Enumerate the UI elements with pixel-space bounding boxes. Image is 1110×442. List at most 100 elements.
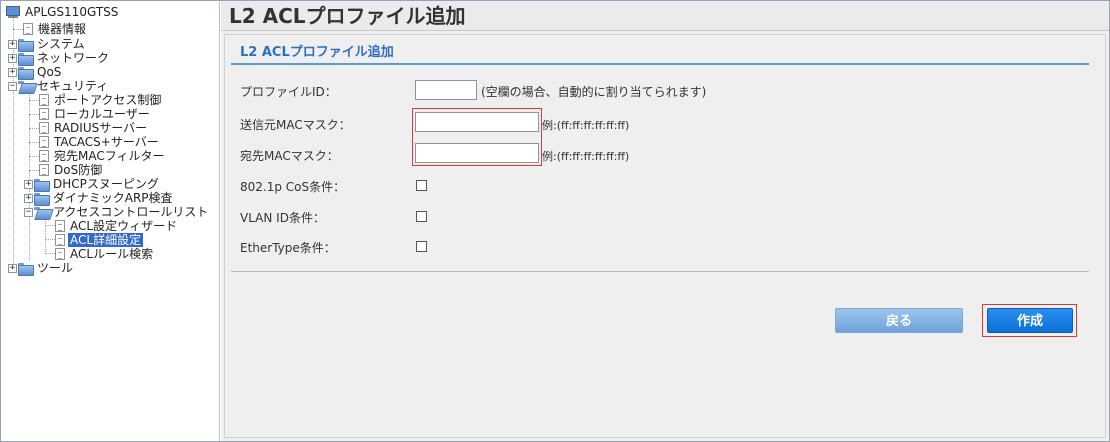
tree-item-device-info[interactable]: 機器情報	[23, 22, 88, 36]
collapse-minus-icon[interactable]: −	[8, 81, 17, 91]
tree-item-label: DoS防御	[54, 163, 103, 177]
tree-item-tools[interactable]: + ツール	[8, 261, 75, 276]
tree-item-label: ポートアクセス制御	[54, 93, 162, 107]
tree-item-acl[interactable]: − アクセスコントロールリスト	[24, 205, 210, 219]
cos-condition-label: 802.1p CoS条件：	[240, 180, 346, 194]
tree-item-label: DHCPスヌーピング	[53, 177, 159, 191]
tree-item-label: TACACS+サーバー	[54, 135, 159, 149]
profile-id-hint: (空欄の場合、自動的に割り当てられます)	[481, 85, 707, 99]
tree-item-label: RADIUSサーバー	[54, 121, 148, 135]
tree-item-qos[interactable]: + QoS	[8, 65, 63, 80]
tree-item-radius[interactable]: RADIUSサーバー	[39, 121, 149, 135]
collapse-minus-icon[interactable]: −	[24, 207, 33, 217]
ethertype-condition-label: EtherType条件：	[240, 241, 336, 255]
tree-item-dos[interactable]: DoS防御	[39, 163, 104, 177]
tree-item-label: システム	[37, 37, 85, 51]
folder-icon	[34, 192, 50, 206]
page-icon	[55, 248, 65, 260]
tree-item-label: ツール	[37, 261, 74, 275]
folder-open-icon	[18, 80, 33, 92]
page-icon	[23, 23, 33, 35]
ethertype-condition-checkbox[interactable]	[416, 241, 427, 252]
src-mac-hint: 例:(ff:ff:ff:ff:ff:ff)	[542, 119, 630, 132]
section-divider	[231, 63, 1089, 65]
tree-item-system[interactable]: + システム	[8, 37, 87, 52]
src-mac-label: 送信元MACマスク：	[240, 118, 351, 132]
tree-root[interactable]: APLGS110GTSS	[5, 5, 120, 19]
profile-id-input[interactable]	[415, 80, 477, 100]
navigation-tree: APLGS110GTSS 機器情報 + システム + ネットワーク + QoS …	[1, 1, 220, 441]
main-content: L2 ACLプロファイル追加 L2 ACLプロファイル追加 プロファイルID： …	[221, 1, 1109, 441]
folder-icon	[18, 66, 34, 80]
dst-mac-mask-input[interactable]	[415, 143, 539, 163]
vlan-condition-label: VLAN ID条件：	[240, 211, 325, 225]
tree-item-tacacs[interactable]: TACACS+サーバー	[39, 135, 161, 149]
folder-icon	[18, 38, 34, 52]
tree-item-label: 機器情報	[38, 22, 87, 36]
dst-mac-hint: 例:(ff:ff:ff:ff:ff:ff)	[542, 150, 630, 163]
tree-item-mac-filter[interactable]: 宛先MACフィルター	[39, 149, 167, 163]
page-icon	[39, 136, 49, 148]
section-title: L2 ACLプロファイル追加	[240, 45, 394, 60]
tree-connector	[29, 114, 39, 115]
expand-plus-icon[interactable]: +	[8, 67, 17, 77]
dst-mac-label: 宛先MACマスク：	[240, 149, 339, 163]
folder-open-icon	[34, 206, 49, 218]
tree-connector	[45, 253, 55, 254]
folder-icon	[18, 52, 34, 66]
tree-item-acl-search[interactable]: ACLルール検索	[55, 247, 155, 261]
tree-item-label: QoS	[37, 65, 62, 79]
tree-item-label: ダイナミックARP検査	[53, 191, 173, 205]
tree-item-label: 宛先MACフィルター	[54, 149, 165, 163]
profile-id-label: プロファイルID：	[240, 85, 337, 99]
page-icon	[55, 220, 65, 232]
expand-plus-icon[interactable]: +	[8, 53, 17, 63]
tree-item-port-access[interactable]: ポートアクセス制御	[39, 93, 163, 107]
page-icon	[39, 108, 49, 120]
tree-item-label: ネットワーク	[37, 51, 110, 65]
tree-item-network[interactable]: + ネットワーク	[8, 51, 111, 66]
tree-connector	[29, 100, 39, 101]
tree-connector	[45, 218, 46, 254]
tree-item-acl-detail[interactable]: ACL詳細設定	[55, 233, 144, 247]
computer-icon	[5, 5, 21, 19]
page-title: L2 ACLプロファイル追加	[221, 1, 1109, 31]
expand-plus-icon[interactable]: +	[24, 193, 33, 203]
page-icon	[55, 234, 65, 246]
tree-item-dynamic-arp[interactable]: + ダイナミックARP検査	[24, 191, 175, 206]
page-icon	[39, 122, 49, 134]
tree-item-dhcp-snooping[interactable]: + DHCPスヌーピング	[24, 177, 161, 192]
tree-connector	[45, 239, 55, 240]
tree-connector	[13, 29, 23, 30]
form-divider	[231, 271, 1089, 272]
page-icon	[39, 94, 49, 106]
tree-item-acl-wizard[interactable]: ACL設定ウィザード	[55, 219, 179, 233]
tree-item-label: ACLルール検索	[70, 247, 154, 261]
folder-icon	[34, 178, 50, 192]
page-icon	[39, 164, 49, 176]
create-button[interactable]: 作成	[987, 308, 1073, 333]
page-icon	[39, 150, 49, 162]
form-panel: L2 ACLプロファイル追加 プロファイルID： (空欄の場合、自動的に割り当て…	[224, 34, 1106, 438]
tree-connector	[45, 225, 55, 226]
expand-plus-icon[interactable]: +	[8, 39, 17, 49]
tree-item-local-user[interactable]: ローカルユーザー	[39, 107, 152, 121]
tree-connector	[29, 156, 39, 157]
src-mac-mask-input[interactable]	[415, 112, 539, 132]
tree-connector	[29, 92, 30, 260]
tree-item-label: ACL設定ウィザード	[70, 219, 178, 233]
tree-item-security[interactable]: − セキュリティ	[8, 79, 110, 93]
tree-connector	[29, 142, 39, 143]
tree-root-label: APLGS110GTSS	[25, 5, 119, 19]
expand-plus-icon[interactable]: +	[24, 179, 33, 189]
folder-icon	[18, 262, 34, 276]
vlan-condition-checkbox[interactable]	[416, 211, 427, 222]
expand-plus-icon[interactable]: +	[8, 263, 17, 273]
tree-item-label-selected: ACL詳細設定	[68, 233, 144, 247]
tree-connector	[29, 128, 39, 129]
tree-item-label: セキュリティ	[37, 79, 109, 93]
tree-item-label: ローカルユーザー	[54, 107, 150, 121]
tree-connector	[29, 170, 39, 171]
cos-condition-checkbox[interactable]	[416, 180, 427, 191]
back-button[interactable]: 戻る	[835, 308, 963, 333]
